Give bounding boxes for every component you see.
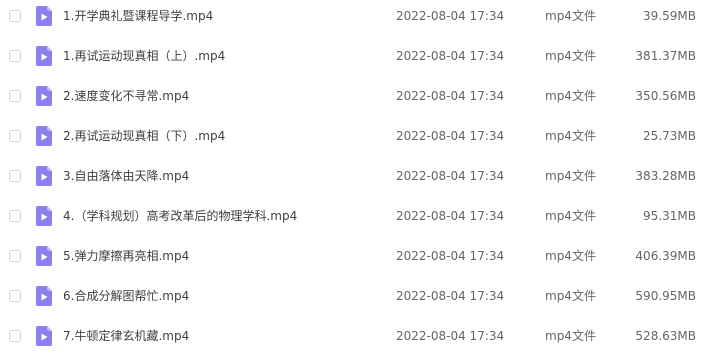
- file-size: 95.31MB: [643, 209, 696, 223]
- video-file-icon: [36, 326, 52, 346]
- video-file-icon: [36, 126, 52, 146]
- file-row[interactable]: 1.再试运动现真相（上）.mp4 2022-08-04 17:34 mp4文件 …: [0, 44, 717, 84]
- row-checkbox[interactable]: [9, 170, 21, 182]
- file-row[interactable]: 3.自由落体由天降.mp4 2022-08-04 17:34 mp4文件 383…: [0, 164, 717, 204]
- file-modified-date: 2022-08-04 17:34: [396, 209, 505, 223]
- file-size: 39.59MB: [643, 9, 696, 23]
- row-checkbox[interactable]: [9, 330, 21, 342]
- file-type: mp4文件: [545, 329, 596, 343]
- file-name[interactable]: 7.牛顿定律玄机藏.mp4: [63, 327, 189, 345]
- file-name[interactable]: 5.弹力摩擦再亮相.mp4: [63, 247, 189, 265]
- file-size: 528.63MB: [635, 329, 696, 343]
- video-file-icon: [36, 46, 52, 66]
- file-size: 406.39MB: [635, 249, 696, 263]
- file-name[interactable]: 1.再试运动现真相（上）.mp4: [63, 47, 225, 65]
- video-file-icon: [36, 6, 52, 26]
- video-file-icon: [36, 86, 52, 106]
- row-checkbox[interactable]: [9, 210, 21, 222]
- file-modified-date: 2022-08-04 17:34: [396, 89, 505, 103]
- file-type: mp4文件: [545, 169, 596, 183]
- file-row[interactable]: 2.再试运动现真相（下）.mp4 2022-08-04 17:34 mp4文件 …: [0, 124, 717, 164]
- row-checkbox[interactable]: [9, 290, 21, 302]
- video-file-icon: [36, 286, 52, 306]
- file-row[interactable]: 2.速度变化不寻常.mp4 2022-08-04 17:34 mp4文件 350…: [0, 84, 717, 124]
- file-name[interactable]: 3.自由落体由天降.mp4: [63, 167, 189, 185]
- file-size: 383.28MB: [635, 169, 696, 183]
- file-modified-date: 2022-08-04 17:34: [396, 129, 505, 143]
- file-row[interactable]: 6.合成分解图帮忙.mp4 2022-08-04 17:34 mp4文件 590…: [0, 284, 717, 324]
- video-file-icon: [36, 246, 52, 266]
- row-checkbox[interactable]: [9, 50, 21, 62]
- file-modified-date: 2022-08-04 17:34: [396, 289, 505, 303]
- video-file-icon: [36, 166, 52, 186]
- file-name[interactable]: 4.（学科规划）高考改革后的物理学科.mp4: [63, 207, 297, 225]
- file-type: mp4文件: [545, 49, 596, 63]
- file-type: mp4文件: [545, 89, 596, 103]
- file-type: mp4文件: [545, 289, 596, 303]
- file-size: 350.56MB: [635, 89, 696, 103]
- row-checkbox[interactable]: [9, 250, 21, 262]
- file-name[interactable]: 6.合成分解图帮忙.mp4: [63, 287, 189, 305]
- file-modified-date: 2022-08-04 17:34: [396, 169, 505, 183]
- file-modified-date: 2022-08-04 17:34: [396, 49, 505, 63]
- file-row[interactable]: 4.（学科规划）高考改革后的物理学科.mp4 2022-08-04 17:34 …: [0, 204, 717, 244]
- file-row[interactable]: 7.牛顿定律玄机藏.mp4 2022-08-04 17:34 mp4文件 528…: [0, 324, 717, 353]
- file-modified-date: 2022-08-04 17:34: [396, 9, 505, 23]
- file-modified-date: 2022-08-04 17:34: [396, 329, 505, 343]
- video-file-icon: [36, 206, 52, 226]
- file-modified-date: 2022-08-04 17:34: [396, 249, 505, 263]
- row-checkbox[interactable]: [9, 130, 21, 142]
- file-row[interactable]: 1.开学典礼暨课程导学.mp4 2022-08-04 17:34 mp4文件 3…: [0, 4, 717, 44]
- file-list: 1.开学典礼暨课程导学.mp4 2022-08-04 17:34 mp4文件 3…: [0, 0, 717, 353]
- file-size: 590.95MB: [635, 289, 696, 303]
- file-name[interactable]: 2.速度变化不寻常.mp4: [63, 87, 189, 105]
- file-row[interactable]: 5.弹力摩擦再亮相.mp4 2022-08-04 17:34 mp4文件 406…: [0, 244, 717, 284]
- row-checkbox[interactable]: [9, 90, 21, 102]
- file-size: 381.37MB: [635, 49, 696, 63]
- file-name[interactable]: 2.再试运动现真相（下）.mp4: [63, 127, 225, 145]
- file-type: mp4文件: [545, 249, 596, 263]
- file-size: 25.73MB: [643, 129, 696, 143]
- file-name[interactable]: 1.开学典礼暨课程导学.mp4: [63, 7, 213, 25]
- file-type: mp4文件: [545, 129, 596, 143]
- file-type: mp4文件: [545, 9, 596, 23]
- row-checkbox[interactable]: [9, 10, 21, 22]
- file-type: mp4文件: [545, 209, 596, 223]
